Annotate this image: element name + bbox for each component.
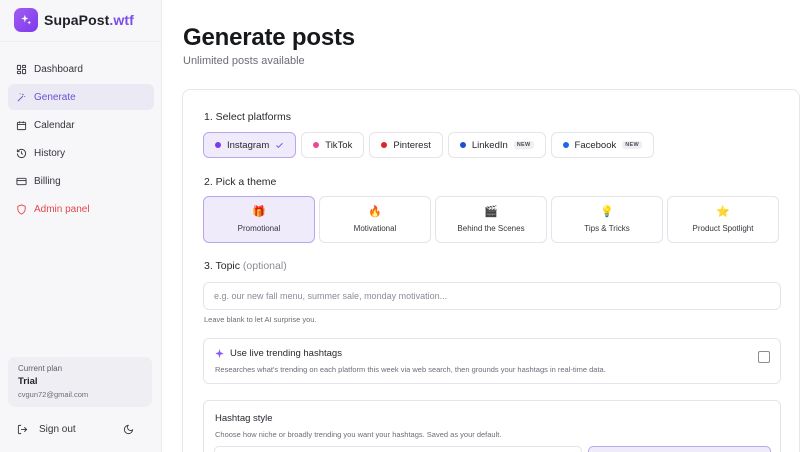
platforms-heading: 1. Select platforms: [204, 111, 291, 123]
check-icon: [276, 142, 284, 148]
sign-out-row: Sign out: [17, 422, 145, 436]
trending-title: Use live trending hashtags: [214, 348, 342, 359]
hashtag-style-description: Choose how niche or broadly trending you…: [215, 430, 502, 439]
sidebar-item-label: Billing: [34, 175, 61, 187]
sidebar-item-dashboard[interactable]: Dashboard: [8, 56, 154, 82]
platform-label: TikTok: [325, 139, 353, 151]
page-title: Generate posts: [183, 24, 355, 51]
user-email: cvgun72@gmail.com: [18, 390, 89, 399]
plan-name: Trial: [18, 376, 38, 387]
new-badge: NEW: [513, 141, 534, 149]
sidebar-item-label: Admin panel: [34, 203, 90, 215]
platform-chip-instagram[interactable]: Instagram: [203, 132, 297, 158]
sign-out-icon[interactable]: [17, 424, 28, 435]
topic-heading: 3. Topic (optional): [204, 260, 287, 272]
platform-chips: Instagram TikTok Pinterest LinkedIn NEW …: [203, 132, 659, 158]
platform-chip-tiktok[interactable]: TikTok: [301, 132, 365, 158]
platform-label: Pinterest: [393, 139, 431, 151]
hashtag-style-section: Hashtag style Choose how niche or broadl…: [203, 400, 781, 452]
theme-label: Product Spotlight: [692, 224, 754, 233]
hashtag-style-option-selected[interactable]: [588, 446, 771, 452]
current-plan-card: Current plan Trial cvgun72@gmail.com: [8, 357, 152, 407]
clapperboard-icon: 🎬: [484, 206, 498, 218]
credit-card-icon: [16, 177, 27, 185]
theme-label: Behind the Scenes: [457, 224, 525, 233]
linkedin-dot-icon: [459, 142, 466, 148]
sidebar-item-calendar[interactable]: Calendar: [8, 112, 154, 138]
plan-label: Current plan: [18, 364, 63, 373]
platform-label: Instagram: [227, 139, 270, 151]
theme-card-tips-and-tricks[interactable]: 💡 Tips & Tricks: [551, 196, 663, 243]
topic-input[interactable]: [203, 282, 781, 310]
platform-chip-linkedin[interactable]: LinkedIn NEW: [447, 132, 546, 158]
sidebar-item-history[interactable]: History: [8, 140, 154, 166]
brand-divider: [0, 41, 161, 42]
theme-label: Promotional: [237, 224, 281, 233]
sign-out-button[interactable]: Sign out: [39, 424, 123, 435]
sidebar-item-admin-panel[interactable]: Admin panel: [8, 196, 154, 222]
platform-label: Facebook: [574, 139, 617, 151]
theme-card-motivational[interactable]: 🔥 Motivational: [319, 196, 431, 243]
facebook-dot-icon: [562, 142, 569, 148]
tiktok-dot-icon: [313, 142, 320, 148]
theme-card-behind-the-scenes[interactable]: 🎬 Behind the Scenes: [435, 196, 547, 243]
topic-hint: Leave blank to let AI surprise you.: [204, 315, 317, 324]
dashboard-grid-icon: [16, 64, 27, 74]
trending-hashtags-option[interactable]: Use live trending hashtags Researches wh…: [203, 338, 781, 384]
theme-card-promotional[interactable]: 🎁 Promotional: [203, 196, 315, 243]
lightbulb-icon: 💡: [600, 206, 614, 218]
page-subtitle: Unlimited posts available: [183, 55, 305, 67]
sidebar-item-label: Generate: [34, 91, 76, 103]
magic-wand-icon: [17, 92, 26, 101]
star-icon: ⭐: [716, 206, 730, 218]
sidebar-item-billing[interactable]: Billing: [8, 168, 154, 194]
generate-form-card: 1. Select platforms Instagram TikTok Pin…: [182, 89, 800, 452]
sidebar-item-generate[interactable]: Generate: [8, 84, 154, 110]
new-badge: NEW: [622, 141, 642, 149]
theme-cards: 🎁 Promotional 🔥 Motivational 🎬 Behind th…: [203, 196, 783, 243]
sidebar-item-label: History: [34, 147, 66, 159]
optional-label: (optional): [242, 260, 287, 272]
sidebar-nav: Dashboard Generate Calendar History Bill…: [8, 56, 154, 224]
trending-description: Researches what's trending on each platf…: [215, 365, 606, 374]
trending-checkbox[interactable]: [758, 351, 770, 363]
brand[interactable]: SupaPost.wtf: [14, 8, 134, 32]
theme-card-product-spotlight[interactable]: ⭐ Product Spotlight: [667, 196, 779, 243]
shield-icon: [17, 203, 26, 215]
platform-chip-pinterest[interactable]: Pinterest: [369, 132, 443, 158]
brand-name: SupaPost.wtf: [44, 12, 134, 28]
history-icon: [16, 148, 27, 158]
sidebar-item-label: Calendar: [34, 119, 75, 131]
instagram-dot-icon: [215, 142, 221, 148]
fire-icon: 🔥: [368, 206, 382, 218]
theme-label: Tips & Tricks: [584, 224, 630, 233]
pinterest-dot-icon: [381, 142, 388, 148]
sparkle-icon: [215, 348, 224, 359]
sidebar-item-label: Dashboard: [34, 63, 83, 75]
gift-icon: 🎁: [252, 206, 266, 218]
platform-chip-facebook[interactable]: Facebook NEW: [550, 132, 654, 158]
theme-label: Motivational: [353, 224, 397, 233]
hashtag-style-option[interactable]: [214, 446, 582, 452]
calendar-icon: [16, 120, 27, 130]
theme-heading: 2. Pick a theme: [204, 176, 277, 188]
sparkle-logo-icon: [14, 8, 38, 32]
sidebar: SupaPost.wtf Dashboard Generate Calendar…: [0, 0, 162, 452]
hashtag-style-title: Hashtag style: [215, 413, 273, 424]
platform-label: LinkedIn: [471, 139, 508, 151]
moon-icon[interactable]: [123, 424, 134, 435]
